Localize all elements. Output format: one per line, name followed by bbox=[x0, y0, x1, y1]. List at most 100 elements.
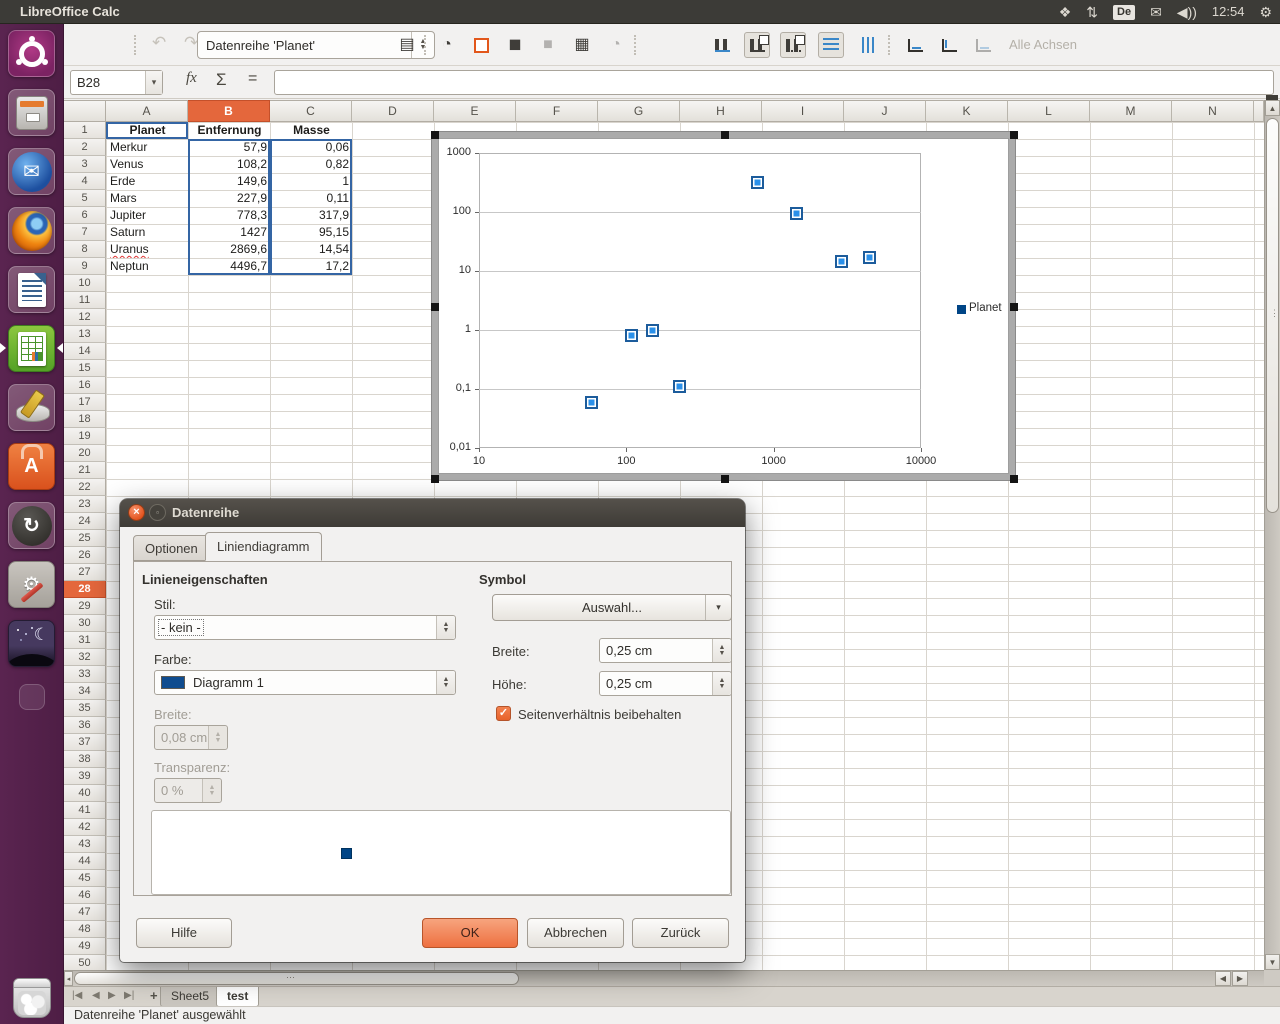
selection-handle[interactable] bbox=[721, 475, 729, 483]
row-header-45[interactable]: 45 bbox=[64, 870, 106, 887]
color-combo-spinner[interactable]: ▲▼ bbox=[436, 671, 455, 694]
last-sheet-icon[interactable]: ▶| bbox=[124, 990, 134, 1001]
back-button[interactable]: Zurück bbox=[632, 918, 729, 948]
trash-launcher[interactable] bbox=[8, 974, 55, 1021]
column-header-K[interactable]: K bbox=[926, 100, 1008, 122]
sum-icon[interactable]: Σ bbox=[216, 70, 227, 90]
dialog-titlebar[interactable]: × ▫ Datenreihe bbox=[120, 499, 745, 527]
cell-B1[interactable]: Entfernung bbox=[189, 122, 270, 139]
row-header-31[interactable]: 31 bbox=[64, 632, 106, 649]
column-header-I[interactable]: I bbox=[762, 100, 844, 122]
cell-A5[interactable]: Mars bbox=[107, 190, 187, 207]
next-sheet-icon[interactable]: ▶ bbox=[108, 990, 116, 1001]
row-header-48[interactable]: 48 bbox=[64, 921, 106, 938]
vertical-grids-icon[interactable] bbox=[856, 32, 882, 58]
cell-A6[interactable]: Jupiter bbox=[107, 207, 187, 224]
data-table-icon[interactable]: ▦ bbox=[569, 32, 595, 58]
axis-descriptions-icon[interactable] bbox=[780, 32, 806, 58]
chart-object[interactable]: 10001001010,10,0110100100010000 Planet bbox=[431, 131, 1016, 481]
legend-label[interactable]: Planet bbox=[969, 302, 1002, 314]
column-header-partial[interactable] bbox=[1254, 100, 1264, 122]
symbol-select-button[interactable]: Auswahl... ▾ bbox=[492, 594, 732, 621]
symbol-height-spinbox[interactable]: 0,25 cm ▲▼ bbox=[599, 671, 732, 696]
column-header-A[interactable]: A bbox=[106, 100, 188, 122]
dash-home-button[interactable] bbox=[8, 30, 55, 77]
selection-handle[interactable] bbox=[431, 131, 439, 139]
cell-B5[interactable]: 227,9 bbox=[189, 190, 270, 207]
column-header-L[interactable]: L bbox=[1008, 100, 1090, 122]
row-header-15[interactable]: 15 bbox=[64, 360, 106, 377]
cell-A7[interactable]: Saturn bbox=[107, 224, 187, 241]
column-header-H[interactable]: H bbox=[680, 100, 762, 122]
cell-A8[interactable]: Uranus bbox=[107, 241, 187, 258]
name-box[interactable]: B28 ▾ bbox=[70, 70, 163, 95]
cell-C8[interactable]: 14,54 bbox=[271, 241, 352, 258]
row-header-17[interactable]: 17 bbox=[64, 394, 106, 411]
vertical-scrollbar[interactable]: ▲ ⋮ ▼ bbox=[1264, 100, 1280, 970]
add-sheet-icon[interactable]: + bbox=[150, 988, 158, 1003]
row-header-35[interactable]: 35 bbox=[64, 700, 106, 717]
data-point[interactable] bbox=[585, 396, 598, 409]
column-header-J[interactable]: J bbox=[844, 100, 926, 122]
row-header-20[interactable]: 20 bbox=[64, 445, 106, 462]
cell-C6[interactable]: 317,9 bbox=[271, 207, 352, 224]
row-header-19[interactable]: 19 bbox=[64, 428, 106, 445]
volume-indicator[interactable]: ◀)) bbox=[1177, 0, 1197, 24]
column-header-G[interactable]: G bbox=[598, 100, 680, 122]
row-header-32[interactable]: 32 bbox=[64, 649, 106, 666]
toolbar-grip-icon[interactable] bbox=[134, 35, 137, 55]
cancel-button[interactable]: Abbrechen bbox=[527, 918, 624, 948]
select-all-corner[interactable] bbox=[64, 100, 106, 122]
sync-indicator[interactable]: ⇅ bbox=[1086, 0, 1098, 24]
system-settings-launcher[interactable]: ⚙ bbox=[8, 561, 55, 608]
row-header-25[interactable]: 25 bbox=[64, 530, 106, 547]
firefox-launcher[interactable] bbox=[8, 207, 55, 254]
row-header-29[interactable]: 29 bbox=[64, 598, 106, 615]
row-header-6[interactable]: 6 bbox=[64, 207, 106, 224]
row-header-33[interactable]: 33 bbox=[64, 666, 106, 683]
row-header-11[interactable]: 11 bbox=[64, 292, 106, 309]
row-header-39[interactable]: 39 bbox=[64, 768, 106, 785]
libreoffice-writer-launcher[interactable] bbox=[8, 266, 55, 313]
style-combo-spinner[interactable]: ▲▼ bbox=[436, 616, 455, 639]
cell-A3[interactable]: Venus bbox=[107, 156, 187, 173]
data-point[interactable] bbox=[835, 255, 848, 268]
symbol-width-spinbox[interactable]: 0,25 cm ▲▼ bbox=[599, 638, 732, 663]
symbol-select-dropdown-icon[interactable]: ▾ bbox=[705, 595, 731, 620]
row-header-24[interactable]: 24 bbox=[64, 513, 106, 530]
row-header-23[interactable]: 23 bbox=[64, 496, 106, 513]
y-axis-icon[interactable] bbox=[936, 32, 962, 58]
chart-area-icon[interactable] bbox=[468, 32, 494, 58]
row-header-21[interactable]: 21 bbox=[64, 462, 106, 479]
data-point[interactable] bbox=[790, 207, 803, 220]
software-updater-launcher[interactable]: ↻ bbox=[8, 502, 55, 549]
row-header-43[interactable]: 43 bbox=[64, 836, 106, 853]
restore-icon[interactable]: ▫ bbox=[149, 504, 166, 521]
bleachbit-launcher[interactable] bbox=[8, 384, 55, 431]
row-header-37[interactable]: 37 bbox=[64, 734, 106, 751]
row-header-47[interactable]: 47 bbox=[64, 904, 106, 921]
thunderbird-launcher[interactable]: ✉ bbox=[8, 148, 55, 195]
symbol-width-spinner[interactable]: ▲▼ bbox=[712, 639, 731, 662]
column-header-C[interactable]: C bbox=[270, 100, 352, 122]
cell-A1[interactable]: Planet bbox=[107, 122, 188, 139]
tab-liniendiagramm[interactable]: Liniendiagramm bbox=[205, 532, 322, 561]
cell-B7[interactable]: 1427 bbox=[189, 224, 270, 241]
row-header-49[interactable]: 49 bbox=[64, 938, 106, 955]
row-header-46[interactable]: 46 bbox=[64, 887, 106, 904]
axes-titles-icon[interactable] bbox=[744, 32, 770, 58]
scroll-right-icon[interactable]: ▶ bbox=[1232, 971, 1248, 986]
close-icon[interactable]: × bbox=[128, 504, 145, 521]
data-point[interactable] bbox=[673, 380, 686, 393]
style-combo[interactable]: - kein - ▲▼ bbox=[154, 615, 456, 640]
legend-on-off-icon[interactable] bbox=[709, 32, 735, 58]
cell-C9[interactable]: 17,2 bbox=[271, 258, 352, 275]
row-header-22[interactable]: 22 bbox=[64, 479, 106, 496]
row-header-26[interactable]: 26 bbox=[64, 547, 106, 564]
column-header-B[interactable]: B bbox=[188, 100, 270, 122]
files-launcher[interactable] bbox=[8, 89, 55, 136]
row-header-2[interactable]: 2 bbox=[64, 139, 106, 156]
row-header-27[interactable]: 27 bbox=[64, 564, 106, 581]
chart-type-icon[interactable]: ◔ bbox=[434, 32, 460, 58]
cell-C3[interactable]: 0,82 bbox=[271, 156, 352, 173]
